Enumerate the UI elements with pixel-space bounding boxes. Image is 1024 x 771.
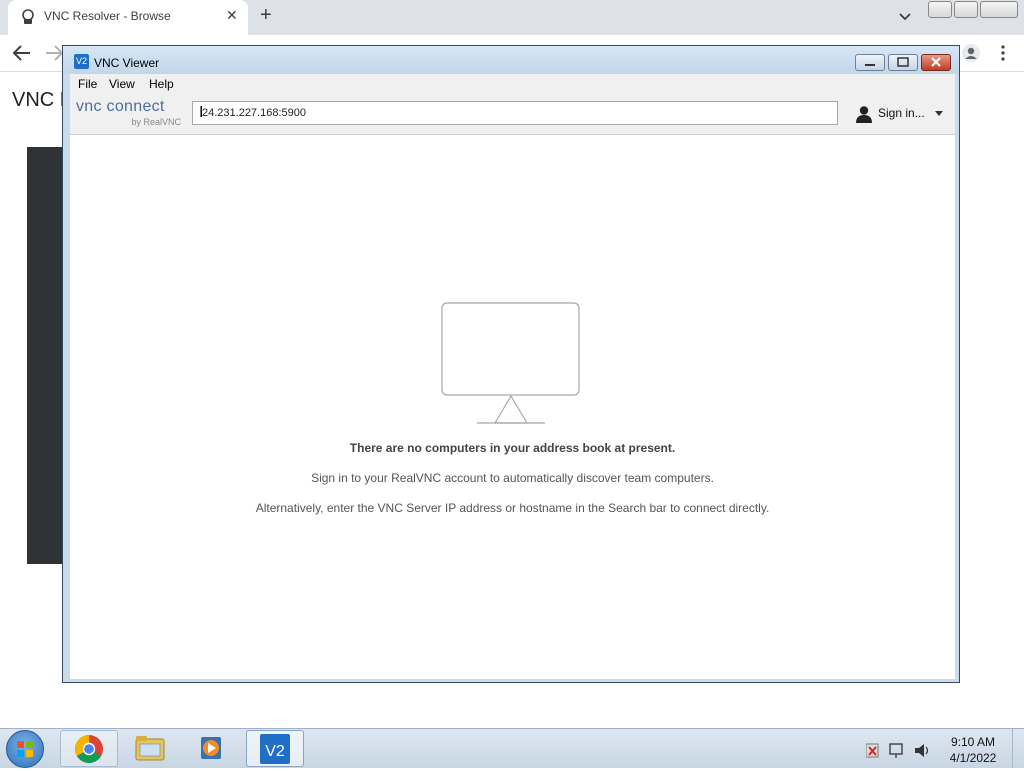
show-desktop-button[interactable] (1012, 729, 1024, 768)
window-title: VNC Viewer (94, 56, 160, 70)
arrow-left-icon[interactable] (12, 44, 32, 62)
chevron-down-icon[interactable] (897, 8, 913, 24)
monitor-icon (441, 302, 580, 424)
taskbar: V2 9:10 AM 4/1/2022 (0, 728, 1024, 768)
system-tray-icons[interactable] (866, 741, 932, 759)
close-icon (931, 57, 941, 67)
close-button[interactable] (921, 54, 951, 71)
search-toolbar: vnc connect by RealVNC 24.231.227.168:59… (70, 94, 955, 135)
minimize-button[interactable] (928, 1, 952, 18)
menu-bar: File View Help (70, 74, 955, 94)
taskbar-media-player[interactable] (184, 730, 242, 767)
vnc-connect-logo: vnc connect by RealVNC (76, 98, 186, 128)
start-button[interactable] (6, 730, 44, 768)
search-input[interactable]: 24.231.227.168:5900 (192, 101, 838, 125)
vnc-viewer-window: V2 VNC Viewer File View Help vnc connect… (62, 45, 960, 683)
svg-text:V2: V2 (265, 743, 285, 760)
page-dark-panel (27, 147, 65, 564)
menu-help[interactable]: Help (149, 77, 174, 91)
sign-in-label: Sign in... (878, 106, 925, 120)
logo-text: vnc connect (76, 98, 165, 115)
taskbar-explorer[interactable] (122, 730, 180, 767)
arrow-right-icon[interactable] (44, 44, 64, 62)
empty-state-alternative-hint: Alternatively, enter the VNC Server IP a… (255, 501, 770, 515)
user-avatar-icon (856, 106, 872, 123)
vnc-client-area: File View Help vnc connect by RealVNC 24… (70, 74, 955, 679)
logo-byline: by RealVNC (131, 117, 181, 127)
window-titlebar[interactable]: V2 VNC Viewer (63, 46, 959, 74)
new-tab-button[interactable]: + (260, 4, 272, 27)
caret-down-icon (935, 111, 943, 116)
maximize-icon (897, 57, 909, 67)
clock-date[interactable]: 4/1/2022 (940, 751, 1006, 765)
menu-view[interactable]: View (109, 77, 135, 91)
text-cursor-icon: I (199, 104, 204, 121)
tab-close-icon[interactable]: ✕ (226, 7, 238, 24)
maximize-button[interactable] (888, 54, 918, 71)
kebab-menu-icon[interactable] (1000, 44, 1006, 62)
media-player-icon (201, 737, 221, 759)
empty-state-signin-hint: Sign in to your RealVNC account to autom… (311, 471, 714, 485)
browser-tab[interactable]: VNC Resolver - Browse ✕ (8, 0, 248, 35)
menu-file[interactable]: File (78, 77, 97, 91)
vnc-viewer-icon: V2 (260, 734, 290, 764)
folder-icon (135, 736, 165, 761)
minimize-icon (865, 64, 875, 66)
vnc-resolver-icon (22, 9, 34, 24)
windows-logo-icon (17, 741, 33, 757)
minimize-button[interactable] (855, 54, 885, 71)
taskbar-vnc-viewer[interactable]: V2 (246, 730, 304, 767)
person-icon[interactable] (962, 44, 980, 62)
empty-state-title: There are no computers in your address b… (349, 441, 676, 455)
clock-time[interactable]: 9:10 AM (940, 735, 1006, 749)
tab-title: VNC Resolver - Browse (44, 9, 171, 23)
address-book-empty-state: There are no computers in your address b… (70, 135, 955, 679)
chrome-icon (75, 735, 103, 763)
sign-in-button[interactable]: Sign in... (855, 103, 947, 123)
close-button[interactable] (980, 1, 1018, 18)
taskbar-chrome[interactable] (60, 730, 118, 767)
vnc-app-icon: V2 (74, 54, 89, 69)
restore-button[interactable] (954, 1, 978, 18)
